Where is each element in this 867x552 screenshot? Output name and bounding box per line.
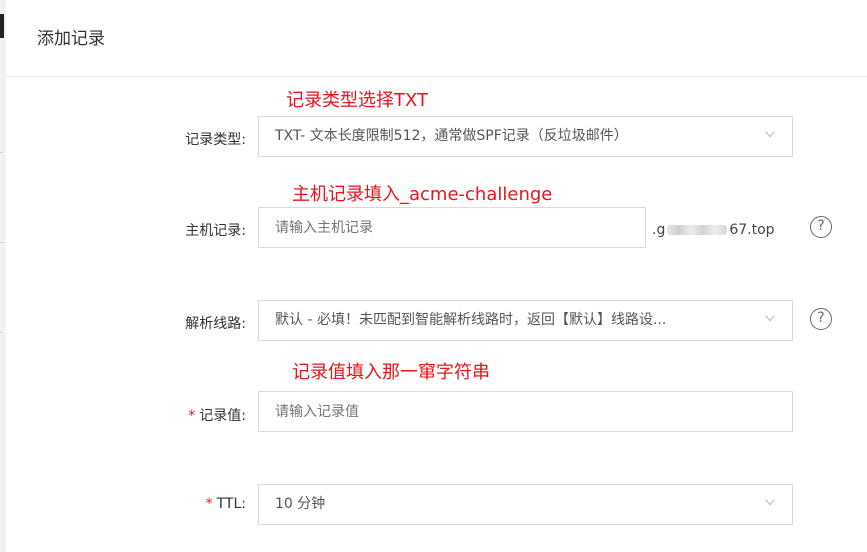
resolution-line-label: 解析线路: <box>185 316 246 332</box>
dialog-header: 添加记录 <box>6 0 867 77</box>
help-circle-icon[interactable]: ? <box>810 216 832 238</box>
chevron-down-icon <box>765 499 775 508</box>
record-value-label: * 记录值: <box>188 408 246 424</box>
annotation-record-type: 记录类型选择TXT <box>286 90 429 111</box>
ttl-label: * TTL: <box>205 496 246 512</box>
required-marker: * <box>188 408 196 424</box>
record-value-input[interactable] <box>258 391 793 432</box>
resolution-line-select[interactable]: 默认 - 必填！未匹配到智能解析线路时，返回【默认】线路设... <box>258 300 793 341</box>
add-record-dialog: 添加记录 记录类型选择TXT 记录类型: TXT- 文本长度限制512，通常做S… <box>6 0 867 552</box>
chevron-down-icon <box>765 315 775 324</box>
host-record-label: 主机记录: <box>185 223 246 239</box>
dialog-title: 添加记录 <box>37 29 105 49</box>
host-record-input[interactable] <box>258 207 646 248</box>
record-type-label: 记录类型: <box>185 132 246 148</box>
resolution-line-value: 默认 - 必填！未匹配到智能解析线路时，返回【默认】线路设... <box>275 312 667 328</box>
ttl-select[interactable]: 10 分钟 <box>258 484 793 525</box>
ttl-value: 10 分钟 <box>275 496 326 512</box>
annotation-record-value: 记录值填入那一窜字符串 <box>292 362 490 383</box>
annotation-host: 主机记录填入_acme-challenge <box>292 184 553 205</box>
domain-suffix: .g 67.top <box>652 222 775 238</box>
required-marker: * <box>205 496 213 512</box>
record-type-select[interactable]: TXT- 文本长度限制512，通常做SPF记录（反垃圾邮件） <box>258 116 793 157</box>
help-circle-icon[interactable]: ? <box>810 308 832 330</box>
chevron-down-icon <box>765 131 775 140</box>
record-type-value: TXT- 文本长度限制512，通常做SPF记录（反垃圾邮件） <box>275 128 628 144</box>
